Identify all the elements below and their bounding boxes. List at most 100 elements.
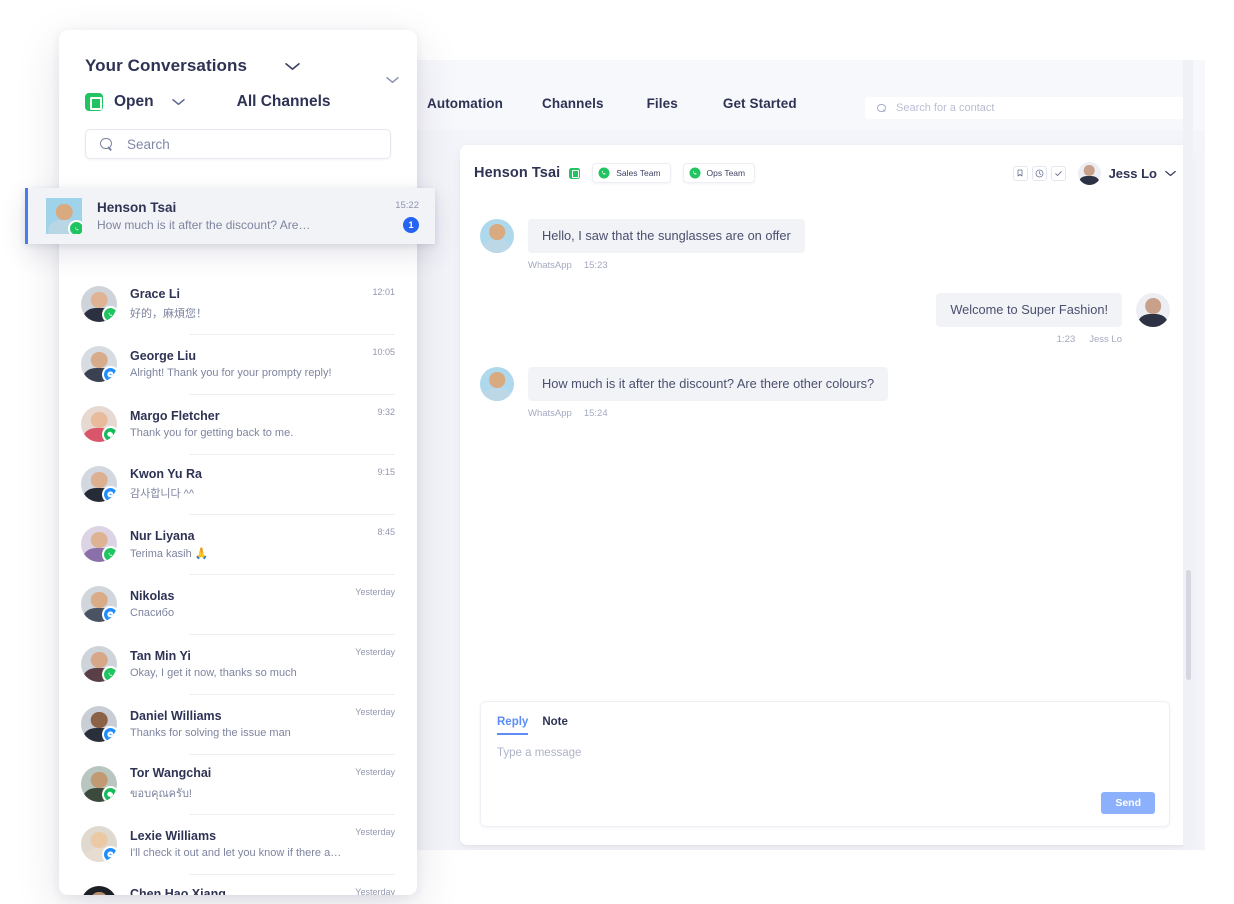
message-channel: WhatsApp (528, 260, 572, 271)
chat-header: Henson Tsai Sales Team Ops Team (460, 145, 1190, 201)
message-time: 1:23 (1057, 334, 1076, 345)
messenger-icon (102, 726, 117, 742)
avatar (81, 706, 117, 742)
agent-avatar[interactable] (1078, 162, 1101, 185)
tag-sales-team[interactable]: Sales Team (592, 163, 670, 183)
unread-badge: 1 (403, 217, 419, 233)
bookmark-icon (1016, 169, 1024, 177)
tag-label: Ops Team (707, 168, 746, 178)
conversation-item[interactable]: Nur LiyanaTerima kasih 🙏8:45 (59, 514, 417, 574)
whatsapp-icon (689, 167, 701, 179)
app-topbar: Automation Channels Files Get Started Se… (415, 60, 1205, 130)
chevron-down-icon[interactable] (172, 98, 185, 106)
whatsapp-icon (598, 167, 610, 179)
contact-search-placeholder: Search for a contact (896, 102, 994, 114)
chevron-down-icon[interactable] (386, 76, 399, 84)
open-status-icon (569, 168, 580, 179)
conversation-item[interactable]: Tor Wangchaiขอบคุณครับ!Yesterday (59, 754, 417, 814)
divider (189, 334, 395, 335)
divider (189, 754, 395, 755)
avatar (480, 219, 514, 253)
divider (189, 694, 395, 695)
nav-item-get-started[interactable]: Get Started (723, 96, 797, 111)
conversation-item[interactable]: Tan Min YiOkay, I get it now, thanks so … (59, 634, 417, 694)
conversation-preview: ขอบคุณครับ! (130, 784, 345, 802)
message-composer: Reply Note Type a message Send (480, 701, 1170, 827)
nav-item-automation[interactable]: Automation (427, 96, 503, 111)
message-row: Welcome to Super Fashion! 1:23Jess Lo (480, 293, 1170, 345)
conversation-name: Chen Hao Xiang (130, 887, 355, 895)
message-list: Hello, I saw that the sunglasses are on … (460, 201, 1190, 731)
conversation-item[interactable]: Lexie WilliamsI'll check it out and let … (59, 814, 417, 874)
check-icon-button[interactable] (1051, 166, 1066, 181)
conversation-item[interactable]: Kwon Yu Ra감사합니다 ^^9:15 (59, 454, 417, 514)
clock-icon (1035, 169, 1044, 178)
conversation-time: Yesterday (355, 887, 395, 895)
avatar (81, 826, 117, 862)
send-button[interactable]: Send (1101, 792, 1155, 814)
messenger-icon (102, 366, 117, 382)
vertical-scrollbar[interactable] (1183, 60, 1193, 850)
messenger-icon (102, 606, 117, 622)
contact-search-input[interactable]: Search for a contact (865, 97, 1185, 119)
conversation-time: 10:05 (372, 347, 395, 357)
divider (189, 814, 395, 815)
avatar (81, 346, 117, 382)
conversation-item[interactable]: Daniel WilliamsThanks for solving the is… (59, 694, 417, 754)
status-filter-label[interactable]: Open (114, 93, 154, 111)
avatar (81, 466, 117, 502)
avatar (81, 406, 117, 442)
divider (189, 874, 395, 875)
avatar (81, 886, 117, 895)
message-meta: WhatsApp15:23 (528, 260, 805, 271)
chevron-down-icon[interactable] (1165, 170, 1176, 177)
tag-ops-team[interactable]: Ops Team (683, 163, 756, 183)
conversation-preview: Okay, I get it now, thanks so much (130, 667, 345, 679)
conversation-item-selected[interactable]: Henson Tsai How much is it after the dis… (25, 188, 435, 244)
messenger-icon (102, 486, 117, 502)
conversation-name: Nikolas (130, 589, 355, 603)
clock-icon-button[interactable] (1032, 166, 1047, 181)
whatsapp-icon (102, 666, 117, 682)
conversation-time: 9:15 (377, 467, 395, 477)
conversation-name: Grace Li (130, 287, 372, 301)
avatar (81, 526, 117, 562)
search-input[interactable]: Search (85, 129, 391, 159)
conversation-item[interactable]: George LiuAlright! Thank you for your pr… (59, 334, 417, 394)
whatsapp-icon (102, 546, 117, 562)
composer-tabs: Reply Note (497, 716, 1153, 735)
divider (189, 454, 395, 455)
channel-filter-label[interactable]: All Channels (237, 93, 331, 111)
conversation-preview: Спасибо (130, 607, 345, 619)
bookmark-icon-button[interactable] (1013, 166, 1028, 181)
tab-reply[interactable]: Reply (497, 716, 528, 735)
scrollbar-thumb[interactable] (1186, 570, 1191, 680)
conversation-preview: 好的，麻煩您！ (130, 305, 345, 321)
divider (189, 514, 395, 515)
conversation-item[interactable]: Chen Hao Xiang明白了， 谢谢你Yesterday (59, 874, 417, 895)
main-nav: Automation Channels Files Get Started (427, 96, 797, 111)
conversation-preview: Thank you for getting back to me. (130, 427, 345, 439)
chevron-down-icon[interactable] (285, 62, 300, 71)
divider (189, 634, 395, 635)
tag-label: Sales Team (616, 168, 660, 178)
conversation-time: Yesterday (355, 827, 395, 837)
conversation-time: Yesterday (355, 707, 395, 717)
conversation-item[interactable]: Grace Li 好的，麻煩您！ 12:01 (59, 274, 417, 334)
conversation-item[interactable]: NikolasСпасибоYesterday (59, 574, 417, 634)
message-bubble: Welcome to Super Fashion! (936, 293, 1122, 327)
message-input[interactable]: Type a message (497, 747, 1153, 759)
conversation-time: 15:22 (395, 200, 419, 211)
conversations-panel: Your Conversations Open All Channels (59, 30, 417, 895)
nav-item-channels[interactable]: Channels (542, 96, 604, 111)
nav-item-files[interactable]: Files (647, 96, 678, 111)
messenger-icon (102, 846, 117, 862)
tab-note[interactable]: Note (542, 716, 568, 733)
conversation-item[interactable]: Margo FletcherThank you for getting back… (59, 394, 417, 454)
conversation-name: Tor Wangchai (130, 766, 355, 780)
page-title: Your Conversations (85, 56, 247, 76)
message-meta: WhatsApp15:24 (528, 408, 888, 419)
conversation-time: 12:01 (372, 287, 395, 297)
conversation-preview: Thanks for solving the issue man (130, 727, 345, 739)
line-icon (102, 786, 117, 802)
